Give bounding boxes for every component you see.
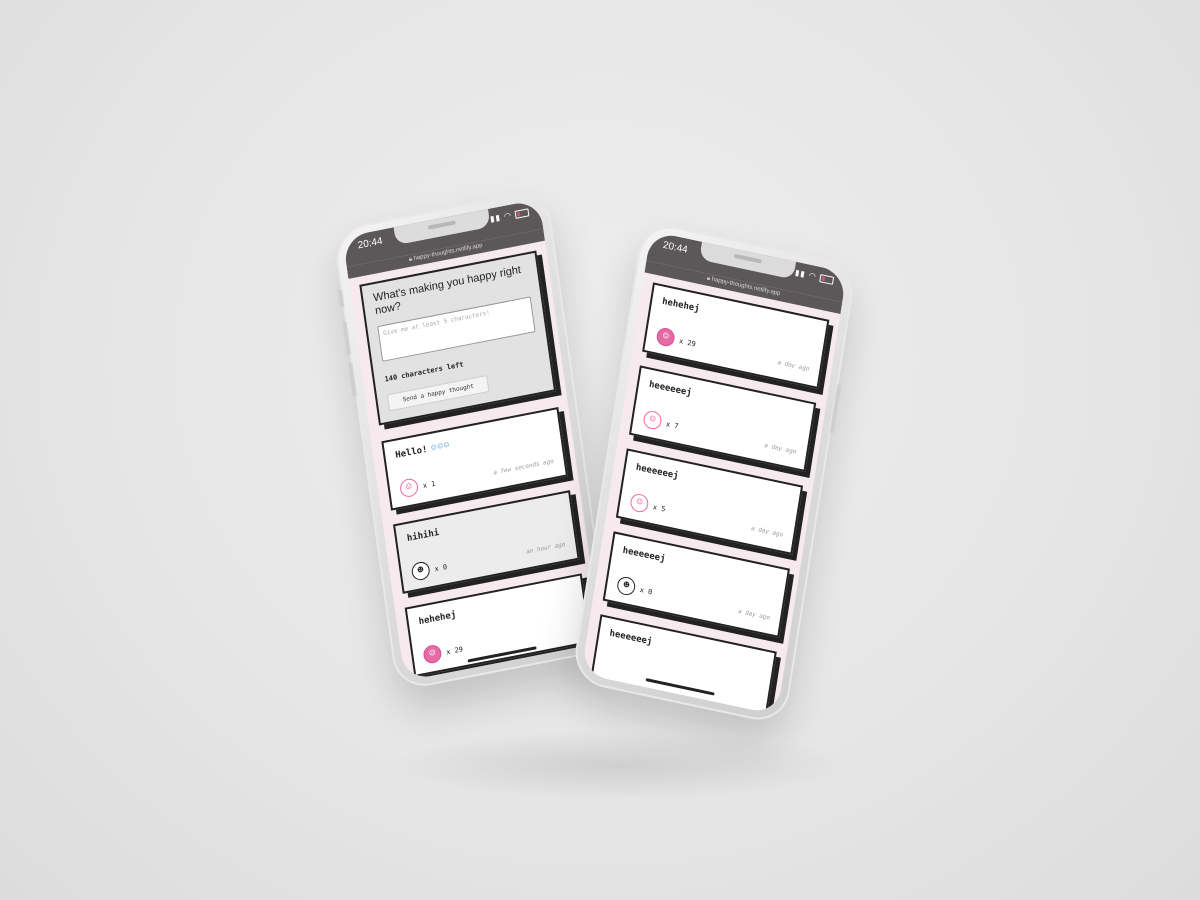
like-count: x 5 [652, 503, 666, 514]
like-count: x 0 [639, 585, 653, 597]
like-count: x 0 [434, 562, 448, 574]
thought-message: heeeeeej [608, 628, 653, 648]
screen-left: 20:44 ▮▮ ◠ 🔒︎ happy-thoughts.netlify.app… [342, 199, 602, 681]
thought-time: an hour ago [525, 540, 566, 556]
heart-icon[interactable]: ☺ [422, 643, 443, 665]
power-button [829, 383, 842, 435]
new-thought-form: What's making you happy right now? Give … [359, 250, 557, 426]
phone-left: 20:44 ▮▮ ◠ 🔒︎ happy-thoughts.netlify.app… [332, 188, 612, 692]
thoughts-feed: hehehej ☺ x 29 a day ago heeeeeej ☺ x 7 … [581, 272, 840, 716]
smiley-emoji-icons: ☺☺☺ [430, 440, 451, 454]
signal-icon: ▮▮ [794, 267, 807, 279]
floor-shadow [390, 730, 850, 800]
clock: 20:44 [357, 235, 384, 252]
heart-icon[interactable]: ☺ [629, 492, 650, 514]
status-icons: ▮▮ ◠ [489, 207, 530, 224]
thought-time: a day ago [737, 607, 771, 622]
like-count: x 29 [445, 645, 464, 657]
like-count: x 1 [422, 479, 436, 491]
battery-icon [819, 273, 835, 285]
heart-icon[interactable]: ☻ [410, 560, 431, 582]
mute-switch [337, 289, 345, 308]
signal-icon: ▮▮ [489, 212, 502, 224]
heart-icon[interactable]: ☺ [642, 409, 663, 431]
phone-right: 20:44 ▮▮ ◠ 🔒︎ happy-thoughts.netlify.app… [570, 220, 858, 726]
thought-footer: ☺ x 1 a few seconds ago [398, 449, 555, 499]
wifi-icon: ◠ [808, 270, 818, 282]
thought-time: a day ago [763, 441, 797, 456]
like-count: x 7 [665, 420, 680, 431]
send-thought-button[interactable]: Send a happy thought [386, 374, 490, 412]
thought-card: hehehej ☺ x 29 [404, 573, 592, 678]
thought-time: a few seconds ago [492, 457, 555, 477]
heart-icon[interactable]: ☺ [655, 326, 676, 348]
lock-icon: 🔒︎ [408, 256, 413, 263]
like-count: x 29 [678, 337, 697, 349]
volume-down-button [348, 362, 357, 398]
heart-icon[interactable]: ☺ [398, 477, 420, 499]
thought-footer: ☺ x 29 [422, 615, 578, 665]
thought-time: a day ago [777, 359, 810, 373]
speaker [733, 253, 762, 264]
heart-icon[interactable]: ☻ [616, 575, 637, 597]
notch [699, 241, 797, 280]
thought-footer: ☻ x 0 an hour ago [410, 532, 566, 582]
thoughts-feed: What's making you happy right now? Give … [348, 241, 601, 679]
screen-right: 20:44 ▮▮ ◠ 🔒︎ happy-thoughts.netlify.app… [581, 230, 847, 716]
thought-time: a day ago [750, 524, 784, 539]
wifi-icon: ◠ [503, 210, 513, 222]
status-icons: ▮▮ ◠ [794, 267, 835, 285]
notch [393, 209, 491, 246]
battery-icon [514, 208, 530, 219]
speaker [427, 220, 456, 230]
volume-up-button [342, 321, 351, 356]
clock: 20:44 [662, 239, 689, 256]
thought-text: Hello! [394, 444, 429, 461]
